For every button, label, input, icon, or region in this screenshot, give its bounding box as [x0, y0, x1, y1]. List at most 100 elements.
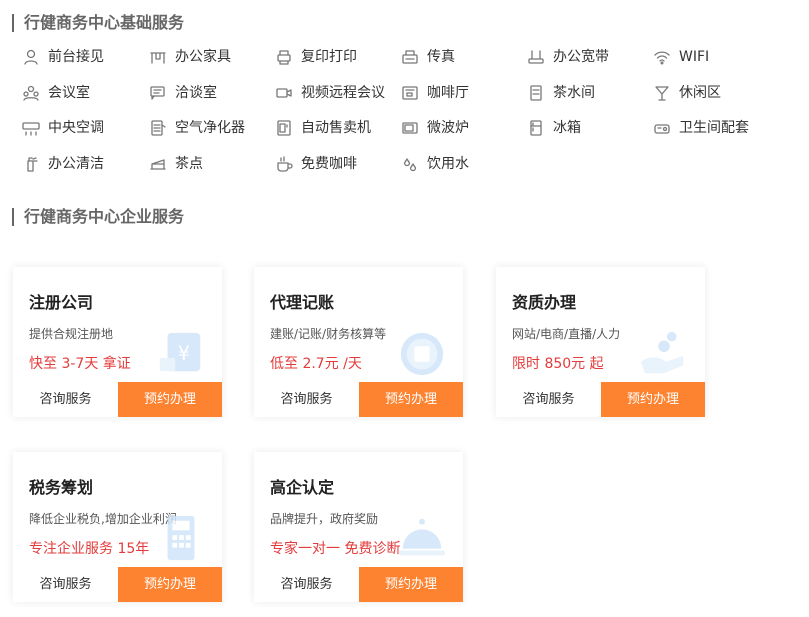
- enterprise-services-title: 行健商务中心企业服务: [12, 208, 184, 226]
- amenity-item: 复印打印: [275, 40, 357, 74]
- amenity-item: 冰箱: [527, 111, 581, 145]
- video-camera-icon: [275, 84, 293, 102]
- card-price: 专家一对一 免费诊断: [270, 541, 401, 557]
- amenity-item: 免费咖啡: [275, 147, 357, 181]
- air-conditioner-icon: [22, 119, 40, 137]
- card-price: 专注企业服务 15年: [29, 541, 150, 557]
- amenity-item: 办公清洁: [22, 147, 104, 181]
- amenity-label: 免费咖啡: [301, 156, 357, 172]
- tax-badge-icon: [397, 329, 447, 379]
- air-purifier-icon: [149, 119, 167, 137]
- amenity-label: 办公清洁: [48, 156, 104, 172]
- amenity-label: 微波炉: [427, 120, 469, 136]
- amenity-item: 卫生间配套: [653, 111, 749, 145]
- amenity-label: 视频远程会议: [301, 85, 385, 101]
- water-dispenser-icon: [527, 84, 545, 102]
- amenity-label: 办公宽带: [553, 49, 609, 65]
- service-card: 税务筹划降低企业税负,增加企业利润 专注企业服务 15年咨询服务 预约办理: [13, 452, 222, 602]
- consult-button[interactable]: 咨询服务: [13, 567, 118, 602]
- amenity-item: 视频远程会议: [275, 76, 385, 110]
- amenity-item: 办公家具: [149, 40, 231, 74]
- amenity-item: 休闲区: [653, 76, 721, 110]
- amenity-item: 中央空调: [22, 111, 104, 145]
- card-title: 税务筹划: [29, 478, 94, 497]
- card-description: 降低企业税负,增加企业利润: [29, 512, 177, 526]
- card-title: 注册公司: [29, 293, 94, 312]
- card-price: 低至 2.7元 /天: [270, 356, 362, 372]
- microwave-icon: [401, 119, 419, 137]
- book-button[interactable]: 预约办理: [359, 382, 463, 417]
- router-icon: [527, 48, 545, 66]
- coffee-cup-icon: [275, 155, 293, 173]
- amenity-item: 微波炉: [401, 111, 469, 145]
- amenity-label: 传真: [427, 49, 455, 65]
- card-title: 高企认定: [270, 478, 335, 497]
- amenity-label: 复印打印: [301, 49, 357, 65]
- water-drops-icon: [401, 155, 419, 173]
- amenity-item: 咖啡厅: [401, 76, 469, 110]
- svg-text:¥: ¥: [178, 342, 190, 365]
- card-title: 代理记账: [270, 293, 335, 312]
- receptionist-icon: [22, 48, 40, 66]
- amenity-item: 空气净化器: [149, 111, 245, 145]
- amenity-label: WIFI: [679, 49, 710, 65]
- amenity-item: WIFI: [653, 40, 709, 74]
- amenity-label: 中央空调: [48, 120, 104, 136]
- amenity-label: 咖啡厅: [427, 85, 469, 101]
- amenity-item: 传真: [401, 40, 455, 74]
- calculator-icon: [156, 514, 206, 564]
- amenity-label: 茶点: [175, 156, 203, 172]
- coffee-machine-icon: [401, 84, 419, 102]
- book-button[interactable]: 预约办理: [601, 382, 705, 417]
- book-button[interactable]: 预约办理: [118, 382, 222, 417]
- hand-coins-icon: [639, 329, 689, 379]
- amenity-label: 饮用水: [427, 156, 469, 172]
- chat-icon: [149, 84, 167, 102]
- amenity-label: 自动售卖机: [301, 120, 371, 136]
- amenity-item: 前台接见: [22, 40, 104, 74]
- amenity-label: 卫生间配套: [679, 120, 749, 136]
- card-description: 建账/记账/财务核算等: [270, 327, 387, 341]
- service-bell-icon: [397, 514, 447, 564]
- amenity-item: 会议室: [22, 76, 90, 110]
- card-description: 提供合规注册地: [29, 327, 114, 341]
- amenity-label: 空气净化器: [175, 120, 245, 136]
- amenity-item: 茶点: [149, 147, 203, 181]
- card-price: 快至 3-7天 拿证: [29, 356, 131, 372]
- book-button[interactable]: 预约办理: [118, 567, 222, 602]
- book-button[interactable]: 预约办理: [359, 567, 463, 602]
- service-card: 资质办理网站/电商/直播/人力 限时 850元 起咨询服务 预约办理: [496, 267, 705, 417]
- consult-button[interactable]: 咨询服务: [254, 567, 359, 602]
- yuan-card-icon: ¥: [156, 329, 206, 379]
- amenity-label: 办公家具: [175, 49, 231, 65]
- consult-button[interactable]: 咨询服务: [496, 382, 601, 417]
- amenity-label: 茶水间: [553, 85, 595, 101]
- service-card: 注册公司提供合规注册地快至 3-7天 拿证 ¥ 咨询服务 预约办理: [13, 267, 222, 417]
- amenity-item: 办公宽带: [527, 40, 609, 74]
- service-card: 代理记账建账/记账/财务核算等 低至 2.7元 /天咨询服务 预约办理: [254, 267, 463, 417]
- printer-icon: [275, 48, 293, 66]
- card-price: 限时 850元 起: [512, 356, 604, 372]
- spray-bottle-icon: [22, 155, 40, 173]
- card-title: 资质办理: [512, 293, 577, 312]
- amenity-label: 冰箱: [553, 120, 581, 136]
- amenity-item: 茶水间: [527, 76, 595, 110]
- consult-button[interactable]: 咨询服务: [13, 382, 118, 417]
- card-description: 网站/电商/直播/人力: [512, 327, 621, 341]
- fax-icon: [401, 48, 419, 66]
- amenity-label: 会议室: [48, 85, 90, 101]
- cake-icon: [149, 155, 167, 173]
- desk-icon: [149, 48, 167, 66]
- toilet-icon: [653, 119, 671, 137]
- basic-services-title: 行健商务中心基础服务: [12, 14, 184, 32]
- amenity-label: 洽谈室: [175, 85, 217, 101]
- amenity-item: 自动售卖机: [275, 111, 371, 145]
- amenity-label: 休闲区: [679, 85, 721, 101]
- service-card: 高企认定品牌提升，政府奖励专家一对一 免费诊断咨询服务 预约办理: [254, 452, 463, 602]
- amenity-item: 饮用水: [401, 147, 469, 181]
- cocktail-icon: [653, 84, 671, 102]
- meeting-room-icon: [22, 84, 40, 102]
- card-description: 品牌提升，政府奖励: [270, 512, 379, 526]
- vending-machine-icon: [275, 119, 293, 137]
- consult-button[interactable]: 咨询服务: [254, 382, 359, 417]
